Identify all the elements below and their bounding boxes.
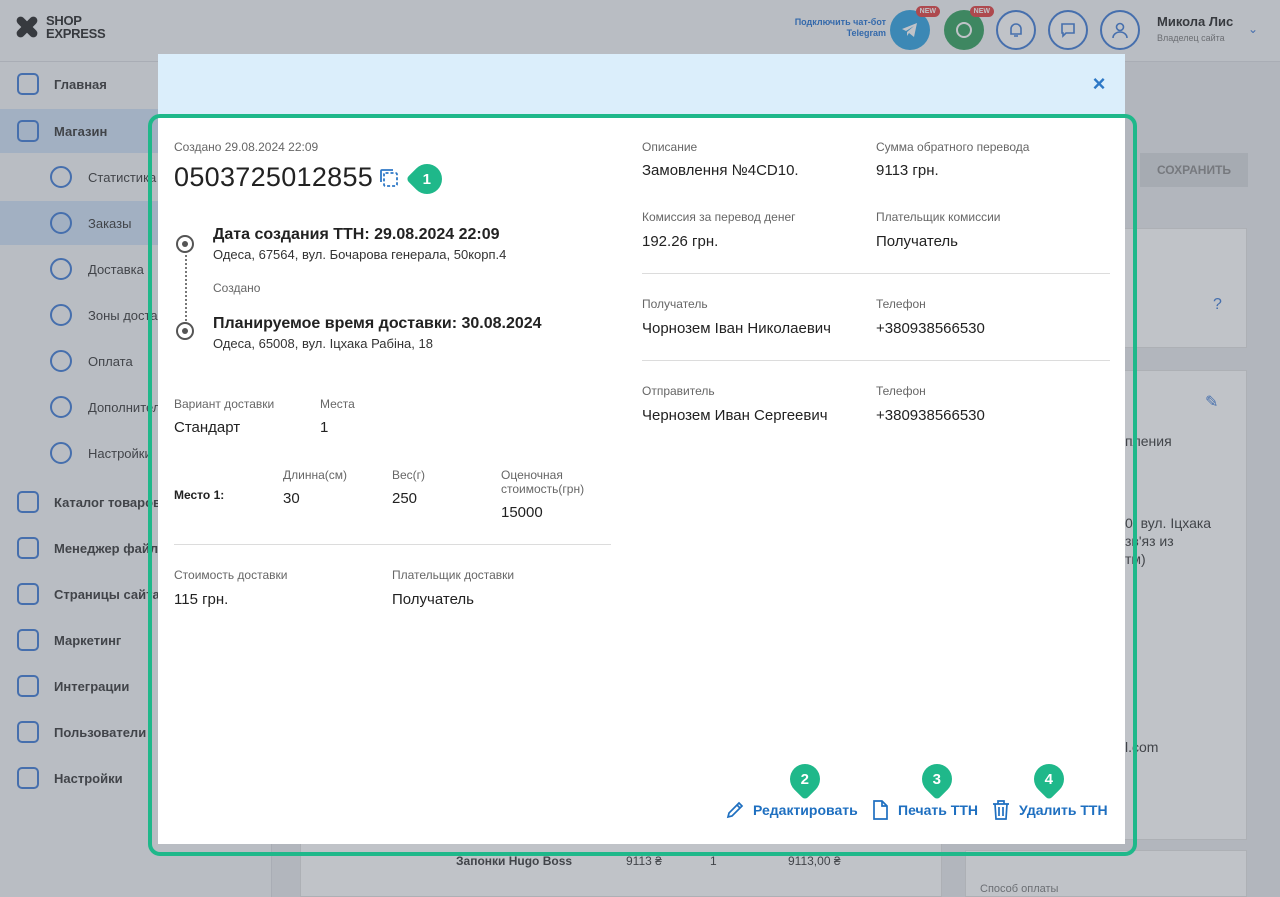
copy-icon[interactable] [378, 167, 400, 189]
places-value: 1 [320, 419, 329, 436]
divider [642, 360, 1110, 361]
weight-label: Вес(г) [392, 468, 426, 482]
timeline-end-address: Одеса, 65008, вул. Іцхака Рабіна, 18 [213, 336, 433, 351]
print-ttn-button-label: Печать ТТН [898, 802, 978, 818]
description-label: Описание [642, 140, 698, 154]
commission-payer-label: Плательщик комиссии [876, 210, 1001, 224]
commission-payer-value: Получатель [876, 233, 958, 250]
delivery-cost-label: Стоимость доставки [174, 568, 288, 582]
document-icon [873, 800, 888, 820]
length-label: Длинна(см) [283, 468, 348, 482]
sender-label: Отправитель [642, 384, 715, 398]
timeline-start-title: Дата создания ТТН: 29.08.2024 22:09 [213, 226, 500, 243]
delete-ttn-button-label: Удалить ТТН [1019, 802, 1108, 818]
length-value: 30 [283, 490, 300, 507]
delivery-variant-label: Вариант доставки [174, 397, 275, 411]
timeline-status: Создано [213, 281, 261, 295]
description-value: Замовлення №4CD10. [642, 162, 799, 179]
divider [174, 544, 611, 545]
delivery-cost-value: 115 грн. [174, 591, 229, 608]
modal-header [158, 54, 1125, 118]
recipient-phone-value: +380938566530 [876, 320, 985, 337]
estimated-cost-label-1: Оценочная [501, 468, 563, 482]
estimated-cost-value: 15000 [501, 504, 543, 521]
timeline-start-dot [176, 235, 194, 253]
cod-sum-label: Сумма обратного перевода [876, 140, 1030, 154]
recipient-label: Получатель [642, 297, 708, 311]
sender-phone-label: Телефон [876, 384, 926, 398]
print-ttn-button[interactable]: Печать ТТН [870, 798, 978, 822]
delivery-variant-value: Стандарт [174, 419, 241, 436]
place-1-label: Место 1: [174, 488, 225, 502]
delivery-payer-label: Плательщик доставки [392, 568, 515, 582]
commission-label: Комиссия за перевод денег [642, 210, 796, 224]
places-label: Места [320, 397, 355, 411]
close-icon[interactable]: × [1089, 73, 1109, 95]
estimated-cost-label-2: стоимость(грн) [501, 482, 585, 496]
cod-sum-value: 9113 грн. [876, 162, 939, 179]
ttn-number: 0503725012855 [174, 162, 374, 192]
delete-ttn-button[interactable]: Удалить ТТН [991, 798, 1108, 822]
pencil-icon [726, 801, 744, 819]
trash-icon [993, 800, 1009, 820]
delivery-payer-value: Получатель [392, 591, 474, 608]
divider [642, 273, 1110, 274]
created-label: Создано 29.08.2024 22:09 [174, 140, 319, 154]
timeline-end-dot [176, 322, 194, 340]
sender-phone-value: +380938566530 [876, 407, 985, 424]
edit-button-label: Редактировать [753, 802, 858, 818]
edit-button[interactable]: Редактировать [725, 798, 858, 822]
timeline-end-title: Планируемое время доставки: 30.08.2024 [213, 315, 542, 332]
timeline-start-address: Одеса, 67564, вул. Бочарова генерала, 50… [213, 247, 507, 262]
weight-value: 250 [392, 490, 418, 507]
timeline-line [185, 255, 187, 321]
sender-value: Чернозем Иван Сергеевич [642, 407, 828, 424]
commission-value: 192.26 грн. [642, 233, 719, 250]
recipient-value: Чорнозем Іван Николаевич [642, 320, 831, 337]
recipient-phone-label: Телефон [876, 297, 926, 311]
